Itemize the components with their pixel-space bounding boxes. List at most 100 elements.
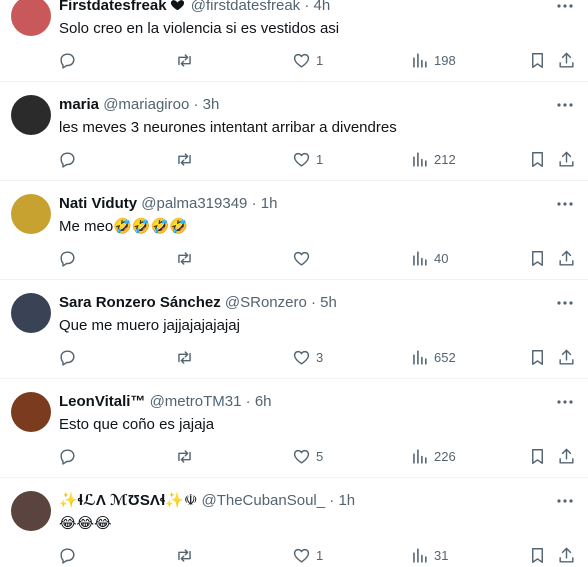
tweet[interactable]: Nati Viduty @palma319349 · 1h Me meo🤣🤣🤣🤣…: [0, 181, 588, 280]
view-count: 652: [434, 349, 456, 365]
display-name[interactable]: ✨ɬℒΛ ℳƱЅΛɬ✨☫: [59, 492, 197, 509]
reply-feed: Firstdatesfreak @firstdatesfreak · 4h So…: [0, 0, 588, 567]
more-dots-icon[interactable]: [556, 293, 574, 313]
bookmark-icon: [532, 349, 543, 365]
avatar[interactable]: [11, 194, 51, 234]
timestamp[interactable]: 1h: [338, 492, 355, 509]
share-button[interactable]: [557, 48, 576, 72]
like-button[interactable]: [292, 246, 316, 270]
like-count: 1: [316, 547, 324, 563]
tweet[interactable]: Firstdatesfreak @firstdatesfreak · 4h So…: [0, 0, 588, 82]
tweet-header: Sara Ronzero Sánchez @SRonzero · 5h: [59, 293, 548, 313]
like-button[interactable]: 1: [292, 147, 323, 171]
tweet-text: 😂😂😂: [59, 515, 112, 532]
retweet-button[interactable]: [175, 543, 194, 567]
like-button[interactable]: 5: [292, 444, 323, 468]
user-handle[interactable]: @metroTM31: [150, 393, 242, 410]
like-count: 1: [316, 151, 324, 167]
bookmark-button[interactable]: [528, 48, 547, 72]
display-name[interactable]: Nati Viduty: [59, 195, 137, 212]
retweet-button[interactable]: [175, 48, 194, 72]
views-button[interactable]: 40: [410, 246, 448, 270]
reply-bubble-icon: [60, 52, 75, 69]
like-count: 3: [316, 349, 324, 365]
more-dots-icon[interactable]: [556, 194, 574, 214]
display-name[interactable]: Firstdatesfreak: [59, 0, 167, 14]
views-button[interactable]: 212: [410, 147, 456, 171]
share-icon: [559, 250, 574, 266]
timestamp[interactable]: 6h: [255, 393, 272, 410]
action-bar: 5 226: [0, 444, 588, 468]
user-handle[interactable]: @firstdatesfreak: [191, 0, 300, 14]
retweet-button[interactable]: [175, 147, 194, 171]
more-dots-icon[interactable]: [556, 95, 574, 115]
timestamp[interactable]: 5h: [320, 294, 337, 311]
share-button[interactable]: [557, 147, 576, 171]
avatar[interactable]: [11, 0, 51, 36]
bookmark-button[interactable]: [528, 345, 547, 369]
timestamp[interactable]: 4h: [314, 0, 331, 14]
display-name[interactable]: maria: [59, 96, 99, 113]
share-button[interactable]: [557, 246, 576, 270]
avatar[interactable]: [11, 392, 51, 432]
reply-button[interactable]: [58, 246, 77, 270]
retweet-button[interactable]: [175, 246, 194, 270]
heart-icon: [293, 251, 310, 266]
more-dots-icon[interactable]: [556, 491, 574, 511]
like-button[interactable]: 1: [292, 48, 323, 72]
views-bar-icon: [413, 250, 427, 266]
retweet-button[interactable]: [175, 444, 194, 468]
views-button[interactable]: 226: [410, 444, 456, 468]
reply-button[interactable]: [58, 345, 77, 369]
views-button[interactable]: 652: [410, 345, 456, 369]
bookmark-button[interactable]: [528, 543, 547, 567]
more-dots-icon[interactable]: [556, 0, 574, 16]
reply-button[interactable]: [58, 444, 77, 468]
share-button[interactable]: [557, 345, 576, 369]
tweet[interactable]: maria @mariagiroo · 3h les meves 3 neuro…: [0, 82, 588, 181]
user-handle[interactable]: @TheCubanSoul_: [201, 492, 325, 509]
reply-button[interactable]: [58, 48, 77, 72]
views-button[interactable]: 31: [410, 543, 448, 567]
bookmark-icon: [532, 250, 543, 266]
heart-icon: [293, 53, 310, 68]
retweet-icon: [178, 449, 191, 463]
avatar[interactable]: [11, 95, 51, 135]
avatar[interactable]: [11, 491, 51, 531]
like-button[interactable]: 3: [292, 345, 323, 369]
reply-button[interactable]: [58, 147, 77, 171]
reply-bubble-icon: [60, 151, 75, 168]
views-bar-icon: [413, 448, 427, 464]
view-count: 31: [434, 547, 449, 563]
bookmark-button[interactable]: [528, 246, 547, 270]
reply-bubble-icon: [60, 547, 75, 564]
tweet-text: les meves 3 neurones intentant arribar a…: [59, 119, 397, 136]
display-name[interactable]: Sara Ronzero Sánchez: [59, 294, 221, 311]
user-handle[interactable]: @SRonzero: [225, 294, 307, 311]
user-handle[interactable]: @palma319349: [141, 195, 247, 212]
views-button[interactable]: 198: [410, 48, 456, 72]
share-button[interactable]: [557, 444, 576, 468]
tweet[interactable]: ✨ɬℒΛ ℳƱЅΛɬ✨☫ @TheCubanSoul_ · 1h 😂😂😂 1 3…: [0, 478, 588, 567]
retweet-button[interactable]: [175, 345, 194, 369]
bookmark-icon: [532, 151, 543, 167]
tweet-header: ✨ɬℒΛ ℳƱЅΛɬ✨☫ @TheCubanSoul_ · 1h: [59, 491, 548, 511]
timestamp[interactable]: 1h: [261, 195, 278, 212]
bookmark-button[interactable]: [528, 444, 547, 468]
avatar[interactable]: [11, 293, 51, 333]
user-handle[interactable]: @mariagiroo: [103, 96, 189, 113]
heart-icon: [293, 152, 310, 167]
like-button[interactable]: 1: [292, 543, 323, 567]
action-bar: 3 652: [0, 345, 588, 369]
timestamp[interactable]: 3h: [203, 96, 220, 113]
reply-bubble-icon: [60, 250, 75, 267]
share-button[interactable]: [557, 543, 576, 567]
more-dots-icon[interactable]: [556, 392, 574, 412]
display-name[interactable]: LeonVitali™: [59, 393, 145, 410]
view-count: 212: [434, 151, 456, 167]
tweet[interactable]: LeonVitali™ @metroTM31 · 6h Esto que coñ…: [0, 379, 588, 478]
reply-button[interactable]: [58, 543, 77, 567]
views-bar-icon: [413, 547, 427, 563]
bookmark-button[interactable]: [528, 147, 547, 171]
tweet[interactable]: Sara Ronzero Sánchez @SRonzero · 5h Que …: [0, 280, 588, 379]
